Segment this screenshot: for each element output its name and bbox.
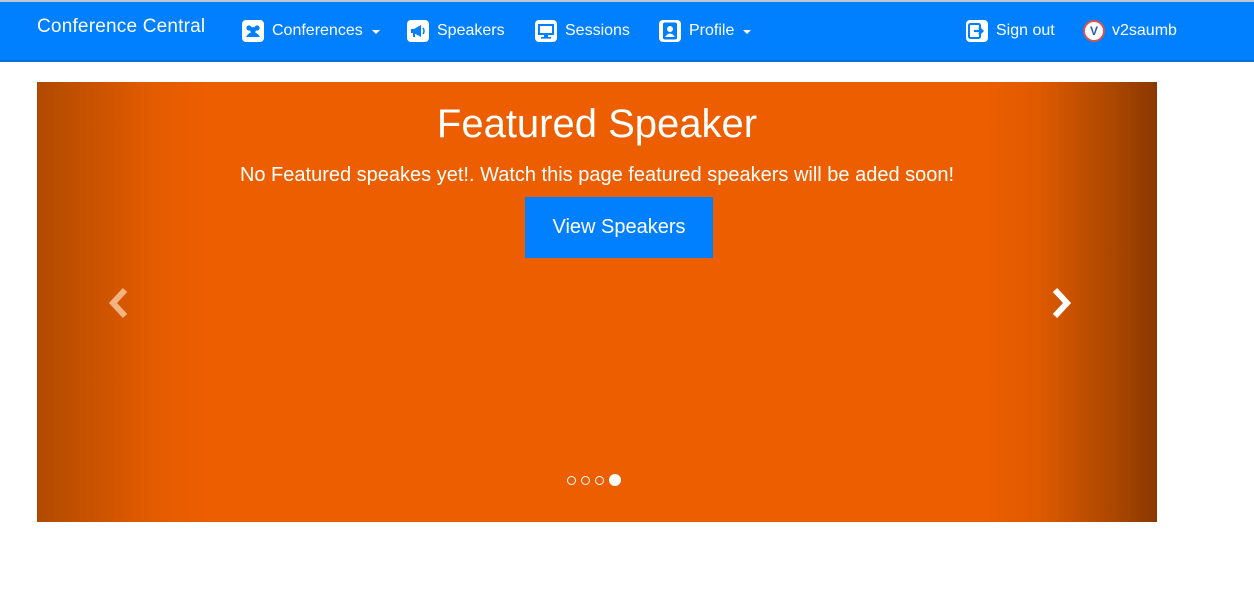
featured-speaker-carousel: Featured Speaker No Featured speakes yet… bbox=[37, 82, 1157, 522]
chevron-right-icon[interactable] bbox=[1045, 287, 1075, 319]
users-icon bbox=[242, 20, 264, 42]
user-menu[interactable]: V v2saumb bbox=[1083, 18, 1177, 44]
view-speakers-button[interactable]: View Speakers bbox=[525, 197, 713, 258]
carousel-indicator-2[interactable] bbox=[581, 475, 590, 485]
carousel-title: Featured Speaker bbox=[436, 102, 758, 146]
chevron-down-icon bbox=[743, 30, 752, 34]
nav-profile[interactable]: Profile bbox=[658, 18, 752, 44]
monitor-icon bbox=[535, 20, 557, 42]
nav-conferences[interactable]: Conferences bbox=[241, 18, 380, 44]
carousel-indicators bbox=[567, 474, 621, 486]
nav-profile-label: Profile bbox=[689, 22, 735, 39]
nav-conferences-label: Conferences bbox=[272, 22, 363, 39]
carousel-indicator-1[interactable] bbox=[567, 475, 576, 485]
chevron-down-icon bbox=[371, 30, 380, 34]
nav-speakers[interactable]: Speakers bbox=[406, 18, 505, 44]
sign-out-label: Sign out bbox=[996, 22, 1055, 39]
user-icon bbox=[659, 20, 681, 42]
sign-out-icon bbox=[966, 20, 988, 42]
chevron-left-icon[interactable] bbox=[105, 287, 135, 319]
nav-speakers-label: Speakers bbox=[437, 22, 505, 39]
brand-title[interactable]: Conference Central bbox=[37, 16, 205, 38]
carousel-subtitle: No Featured speakes yet!. Watch this pag… bbox=[239, 164, 955, 186]
avatar: V bbox=[1083, 20, 1105, 42]
top-navbar: Conference Central Conferences Speakers bbox=[0, 2, 1254, 62]
sign-out-link[interactable]: Sign out bbox=[965, 18, 1055, 44]
username-label: v2saumb bbox=[1112, 22, 1177, 39]
nav-sessions-label: Sessions bbox=[565, 22, 630, 39]
nav-sessions[interactable]: Sessions bbox=[534, 18, 630, 44]
carousel-indicator-3[interactable] bbox=[595, 475, 604, 485]
megaphone-icon bbox=[407, 20, 429, 42]
carousel-indicator-4[interactable] bbox=[609, 474, 621, 486]
